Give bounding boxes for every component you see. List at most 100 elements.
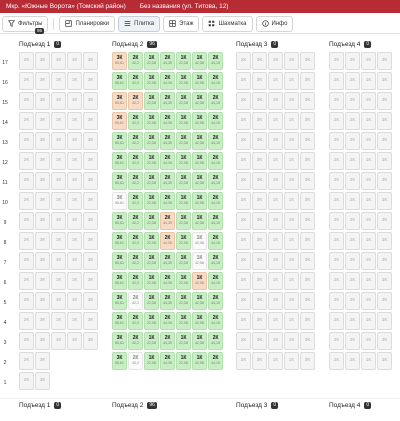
apartment-cell[interactable]: 2К 44,15 bbox=[208, 132, 223, 150]
apartment-cell[interactable]: 2К 44,15 bbox=[208, 52, 223, 70]
apartment-cell[interactable]: 1К bbox=[361, 72, 376, 90]
apartment-cell[interactable]: 3К bbox=[252, 152, 267, 170]
apartment-cell[interactable]: 1К bbox=[284, 52, 299, 70]
apartment-cell[interactable]: 1К bbox=[361, 112, 376, 130]
apartment-cell[interactable]: 3К 65,61 bbox=[112, 192, 127, 210]
apartment-cell[interactable]: 3К bbox=[377, 52, 392, 70]
apartment-cell[interactable]: 1К bbox=[361, 52, 376, 70]
apartment-cell[interactable]: 2К bbox=[345, 232, 360, 250]
apartment-cell[interactable]: 3К bbox=[35, 132, 50, 150]
apartment-cell[interactable]: 3К bbox=[252, 92, 267, 110]
apartment-cell[interactable]: 2К 44,15 bbox=[208, 72, 223, 90]
apartment-cell[interactable]: 1К bbox=[268, 152, 283, 170]
apartment-cell[interactable]: 3К bbox=[377, 352, 392, 370]
apartment-cell[interactable]: 3К bbox=[35, 72, 50, 90]
apartment-cell[interactable]: 2К bbox=[236, 232, 251, 250]
apartment-cell[interactable]: 2К 44,15 bbox=[208, 352, 223, 370]
apartment-cell[interactable]: 2К bbox=[236, 112, 251, 130]
apartment-cell[interactable]: 1К 42,58 bbox=[192, 172, 207, 190]
apartment-cell[interactable]: 2К bbox=[329, 292, 344, 310]
apartment-cell[interactable]: 1К 22,08 bbox=[144, 272, 159, 290]
apartment-cell[interactable]: 2К 42,2 bbox=[128, 132, 143, 150]
apartment-cell[interactable]: 3К bbox=[83, 112, 98, 130]
apartment-cell[interactable]: 3К bbox=[300, 312, 315, 330]
apartment-cell[interactable]: 2К bbox=[236, 352, 251, 370]
apartment-cell[interactable]: 1К 22,08 bbox=[176, 172, 191, 190]
apartment-cell[interactable]: 3К bbox=[377, 112, 392, 130]
apartment-cell[interactable]: 2К bbox=[236, 52, 251, 70]
apartment-cell[interactable]: 1К bbox=[67, 132, 82, 150]
apartment-cell[interactable]: 3К bbox=[300, 212, 315, 230]
apartment-cell[interactable]: 2К 42,2 bbox=[128, 52, 143, 70]
apartment-cell[interactable]: 1К bbox=[284, 352, 299, 370]
apartment-cell[interactable]: 1К 22,08 bbox=[144, 192, 159, 210]
apartment-cell[interactable]: 1К bbox=[284, 172, 299, 190]
apartment-cell[interactable]: 2К bbox=[19, 272, 34, 290]
tile-tab[interactable]: Плитка bbox=[118, 15, 161, 32]
apartment-cell[interactable]: 3К bbox=[83, 172, 98, 190]
apartment-cell[interactable]: 1К 42,58 bbox=[192, 112, 207, 130]
apartment-cell[interactable]: 2К bbox=[329, 352, 344, 370]
apartment-cell[interactable]: 1К bbox=[51, 92, 66, 110]
apartment-cell[interactable]: 1К bbox=[67, 112, 82, 130]
apartment-cell[interactable]: 2К 44,15 bbox=[208, 292, 223, 310]
apartment-cell[interactable]: 2К bbox=[329, 132, 344, 150]
apartment-cell[interactable]: 2К bbox=[329, 232, 344, 250]
apartment-cell[interactable]: 1К 42,58 bbox=[192, 92, 207, 110]
apartment-cell[interactable]: 3К bbox=[252, 212, 267, 230]
apartment-cell[interactable]: 2К bbox=[345, 212, 360, 230]
apartment-cell[interactable]: 2К 44,35 bbox=[160, 212, 175, 230]
apartment-cell[interactable]: 1К bbox=[67, 272, 82, 290]
apartment-cell[interactable]: 3К bbox=[35, 332, 50, 350]
apartment-cell[interactable]: 3К 65,61 bbox=[112, 352, 127, 370]
apartment-cell[interactable]: 1К 22,08 bbox=[144, 132, 159, 150]
apartment-cell[interactable]: 3К bbox=[300, 272, 315, 290]
apartment-cell[interactable]: 1К bbox=[51, 312, 66, 330]
apartment-cell[interactable]: 2К bbox=[236, 292, 251, 310]
apartment-cell[interactable]: 2К 44,35 bbox=[160, 312, 175, 330]
apartment-cell[interactable]: 1К 42,58 bbox=[192, 332, 207, 350]
apartment-cell[interactable]: 2К bbox=[329, 172, 344, 190]
apartment-cell[interactable]: 2К 44,35 bbox=[160, 292, 175, 310]
apartment-cell[interactable]: 1К 42,58 bbox=[192, 272, 207, 290]
apartment-cell[interactable]: 2К bbox=[236, 72, 251, 90]
apartment-cell[interactable]: 3К bbox=[377, 92, 392, 110]
apartment-cell[interactable]: 1К bbox=[51, 332, 66, 350]
apartment-cell[interactable]: 2К bbox=[345, 52, 360, 70]
apartment-cell[interactable]: 2К 42,2 bbox=[128, 252, 143, 270]
apartment-cell[interactable]: 2К bbox=[236, 92, 251, 110]
apartment-cell[interactable]: 1К bbox=[268, 292, 283, 310]
apartment-cell[interactable]: 3К bbox=[83, 192, 98, 210]
apartment-cell[interactable]: 3К bbox=[35, 92, 50, 110]
apartment-cell[interactable]: 1К bbox=[51, 152, 66, 170]
apartment-cell[interactable]: 1К bbox=[51, 252, 66, 270]
apartment-cell[interactable]: 3К bbox=[252, 192, 267, 210]
apartment-cell[interactable]: 2К bbox=[19, 252, 34, 270]
apartment-cell[interactable]: 1К bbox=[67, 192, 82, 210]
apartment-cell[interactable]: 2К bbox=[329, 72, 344, 90]
apartment-cell[interactable]: 1К bbox=[67, 172, 82, 190]
apartment-cell[interactable]: 3К 65,61 bbox=[112, 292, 127, 310]
apartment-cell[interactable]: 3К bbox=[83, 312, 98, 330]
apartment-cell[interactable]: 2К 44,15 bbox=[208, 272, 223, 290]
apartment-cell[interactable]: 1К 22,08 bbox=[176, 132, 191, 150]
apartment-cell[interactable]: 1К 42,58 bbox=[192, 232, 207, 250]
apartment-cell[interactable]: 3К bbox=[300, 232, 315, 250]
apartment-cell[interactable]: 2К bbox=[345, 192, 360, 210]
apartment-cell[interactable]: 1К bbox=[67, 332, 82, 350]
apartment-cell[interactable]: 2К 44,15 bbox=[208, 152, 223, 170]
apartment-cell[interactable]: 1К bbox=[67, 72, 82, 90]
apartment-cell[interactable]: 1К bbox=[51, 212, 66, 230]
apartment-cell[interactable]: 1К bbox=[51, 72, 66, 90]
apartment-cell[interactable]: 2К bbox=[345, 272, 360, 290]
apartment-cell[interactable]: 1К bbox=[268, 92, 283, 110]
apartment-cell[interactable]: 2К bbox=[345, 252, 360, 270]
apartment-cell[interactable]: 2К 44,35 bbox=[160, 232, 175, 250]
apartment-cell[interactable]: 3К bbox=[252, 172, 267, 190]
apartment-cell[interactable]: 2К bbox=[345, 112, 360, 130]
apartment-cell[interactable]: 3К bbox=[300, 332, 315, 350]
apartment-cell[interactable]: 1К bbox=[284, 92, 299, 110]
apartment-cell[interactable]: 1К bbox=[361, 152, 376, 170]
apartment-cell[interactable]: 1К 22,08 bbox=[176, 292, 191, 310]
apartment-cell[interactable]: 3К bbox=[35, 372, 50, 390]
